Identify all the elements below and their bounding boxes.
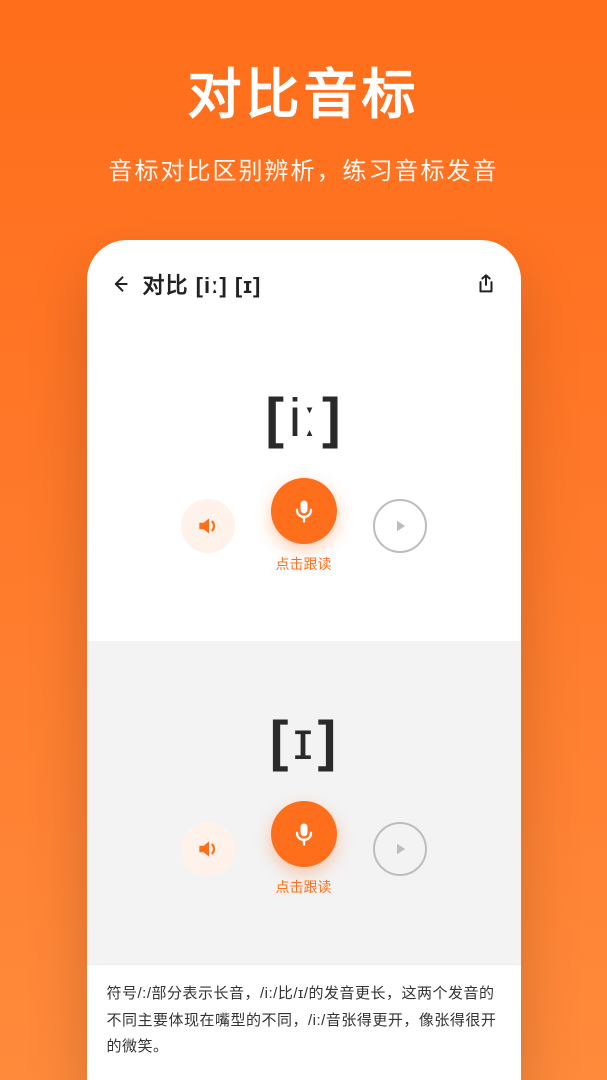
hero-subtitle: 音标对比区别辨析，练习音标发音	[109, 151, 499, 186]
play-button-1[interactable]	[373, 499, 427, 553]
speaker-icon	[195, 836, 221, 862]
microphone-icon	[290, 820, 318, 848]
promo-background: 对比音标 音标对比区别辨析，练习音标发音 对比 [iː] [ɪ]	[0, 0, 607, 1080]
controls-row-1: 点击跟读	[181, 478, 427, 574]
play-button-2[interactable]	[373, 822, 427, 876]
play-icon	[391, 840, 409, 858]
mic-label-1: 点击跟读	[276, 554, 332, 574]
hero-title: 对比音标	[188, 50, 420, 129]
speaker-button-1[interactable]	[181, 499, 235, 553]
appbar-left: 对比 [iː] [ɪ]	[109, 268, 262, 300]
appbar-title: 对比 [iː] [ɪ]	[143, 268, 262, 300]
speaker-icon	[195, 513, 221, 539]
back-button[interactable]	[109, 273, 131, 295]
phone-mockup: 对比 [iː] [ɪ] [iː]	[87, 240, 521, 1080]
phoneme-card-1: [iː]	[87, 318, 521, 641]
speaker-button-2[interactable]	[181, 822, 235, 876]
microphone-icon	[290, 497, 318, 525]
phoneme-symbol-1: [iː]	[265, 385, 341, 450]
app-bar: 对比 [iː] [ɪ]	[87, 240, 521, 318]
mic-button-1[interactable]	[271, 478, 337, 544]
arrow-left-icon	[110, 274, 130, 294]
phoneme-card-2: [ɪ]	[87, 641, 521, 964]
share-icon	[475, 273, 497, 295]
controls-row-2: 点击跟读	[181, 801, 427, 897]
mic-button-2[interactable]	[271, 801, 337, 867]
play-icon	[391, 517, 409, 535]
phoneme-symbol-2: [ɪ]	[270, 708, 338, 773]
mic-label-2: 点击跟读	[276, 877, 332, 897]
description-text: 符号/:/部分表示长音，/i:/比/ɪ/的发音更长，这两个发音的不同主要体现在嘴…	[87, 964, 521, 1080]
share-button[interactable]	[475, 273, 497, 295]
